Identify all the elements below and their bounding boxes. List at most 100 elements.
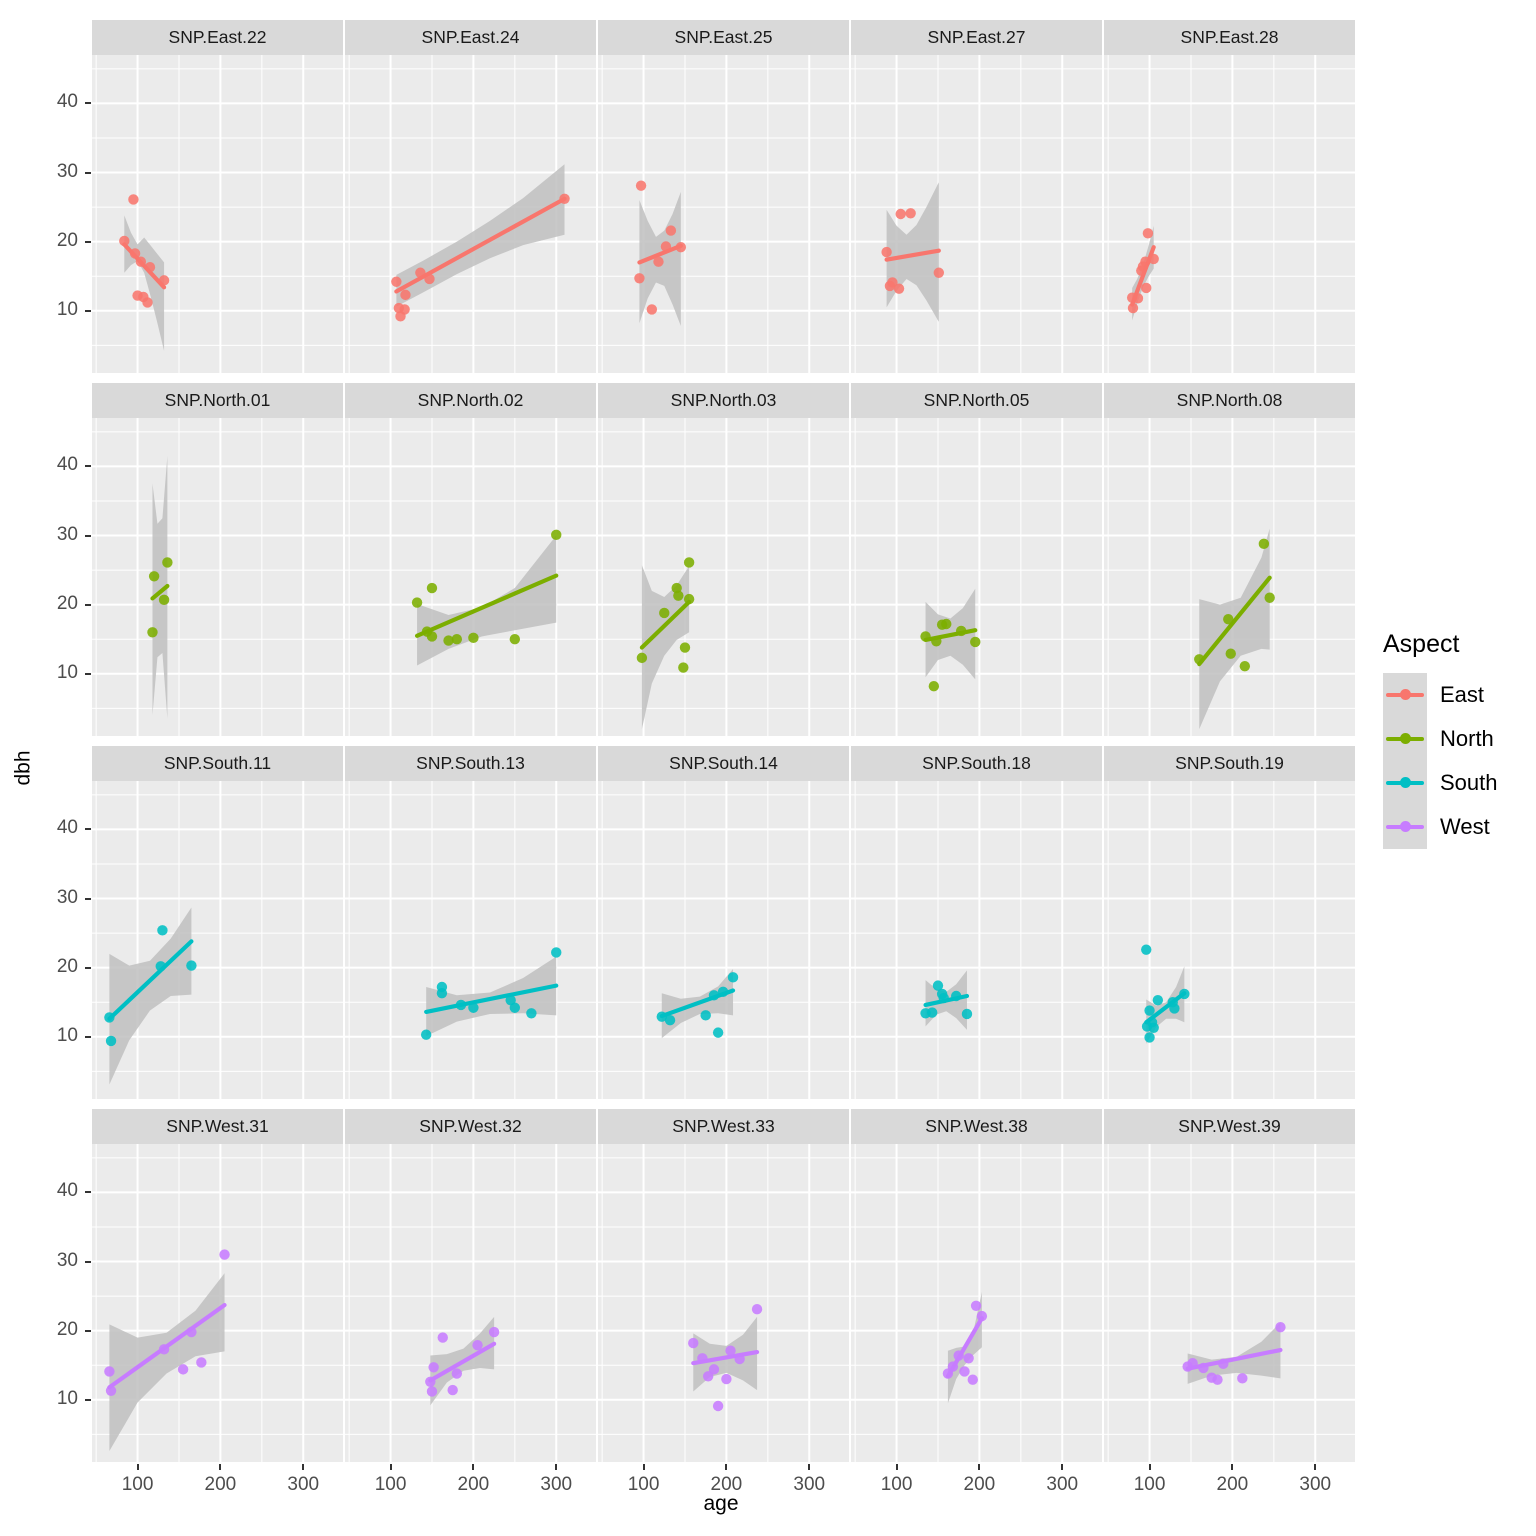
y-tick-mark: [85, 534, 91, 537]
y-tick-mark: [85, 102, 91, 105]
data-point: [708, 990, 720, 1001]
facet-panel: [1104, 1144, 1355, 1462]
data-point: [664, 1014, 676, 1026]
data-point: [468, 1002, 479, 1013]
data-point: [942, 1368, 954, 1379]
data-point: [1132, 293, 1144, 304]
facet-cell: SNP.North.03: [598, 383, 849, 736]
data-point: [1194, 654, 1205, 665]
facet-cell: SNP.North.08: [1104, 383, 1355, 736]
x-tick-mark: [978, 1464, 981, 1470]
data-point: [436, 988, 448, 999]
facet-strip-label: SNP.North.03: [598, 383, 849, 418]
data-point: [659, 607, 670, 619]
legend-item[interactable]: West: [1383, 805, 1498, 849]
legend-item[interactable]: East: [1383, 673, 1498, 717]
x-tick-label: 200: [457, 1474, 490, 1495]
data-point: [683, 593, 695, 605]
y-tick-mark: [85, 465, 91, 468]
y-tick-label: 30: [56, 886, 78, 908]
data-point: [1237, 1373, 1248, 1384]
data-point: [147, 627, 158, 638]
data-point: [1127, 302, 1139, 314]
data-point: [155, 961, 166, 972]
facet-panel: [598, 418, 849, 736]
data-point: [177, 1364, 189, 1375]
legend-item[interactable]: South: [1383, 761, 1498, 805]
x-tick-label: 100: [627, 1474, 660, 1495]
data-point: [428, 1362, 439, 1373]
legend-dot: [1400, 733, 1411, 744]
data-point: [893, 283, 905, 294]
data-point: [941, 618, 952, 630]
data-point: [104, 1366, 115, 1377]
data-point: [683, 557, 695, 568]
y-tick-mark: [85, 603, 91, 606]
x-tick-label: 200: [963, 1474, 996, 1495]
y-tick-label: 10: [56, 661, 78, 683]
x-tick-mark: [808, 1464, 811, 1470]
data-point: [961, 1008, 973, 1020]
x-tick-label: 300: [1299, 1474, 1332, 1495]
facet-strip-label: SNP.North.02: [345, 383, 596, 418]
data-point: [665, 225, 677, 236]
data-point: [196, 1357, 207, 1368]
y-tick-label: 10: [56, 1387, 78, 1409]
y-tick-label: 40: [56, 454, 78, 476]
facet-cell: SNP.West.31: [92, 1109, 343, 1462]
data-point: [1206, 1372, 1217, 1383]
x-tick-label: 300: [540, 1474, 573, 1495]
facet-cell: SNP.South.18: [851, 746, 1102, 1099]
y-tick-mark: [85, 240, 91, 243]
data-point: [1198, 1362, 1209, 1374]
x-tick-label: 200: [204, 1474, 237, 1495]
legend-swatch: [1383, 805, 1427, 849]
confidence-band: [109, 1273, 225, 1451]
data-point: [468, 632, 479, 644]
data-point: [426, 631, 438, 642]
facet-strip-label: SNP.South.14: [598, 746, 849, 781]
y-tick-mark: [85, 966, 91, 969]
x-tick-mark: [1148, 1464, 1151, 1470]
x-tick-mark: [555, 1464, 558, 1470]
data-point: [702, 1371, 714, 1382]
data-point: [938, 992, 949, 1004]
y-tick-mark: [85, 1035, 91, 1038]
facet-strip-label: SNP.North.05: [851, 383, 1102, 418]
facet-panel: [1104, 55, 1355, 373]
data-point: [400, 289, 411, 301]
data-point: [679, 642, 691, 653]
data-point: [678, 662, 689, 673]
data-point: [697, 1353, 708, 1364]
data-point: [186, 960, 197, 971]
y-tick-label: 30: [56, 1249, 78, 1271]
data-point: [673, 590, 684, 601]
x-tick-label: 200: [710, 1474, 743, 1495]
data-point: [1182, 1361, 1193, 1372]
legend-item[interactable]: North: [1383, 717, 1498, 761]
data-point: [425, 1376, 436, 1388]
data-point: [105, 1035, 117, 1047]
data-point: [970, 1300, 982, 1311]
data-point: [920, 631, 931, 642]
data-point: [455, 999, 467, 1011]
facet-strip-label: SNP.East.25: [598, 20, 849, 55]
facet-cell: SNP.East.28: [1104, 20, 1355, 373]
x-tick-label: 200: [1216, 1474, 1249, 1495]
data-point: [967, 1374, 978, 1385]
data-point: [128, 194, 139, 205]
data-point: [1223, 613, 1234, 625]
data-point: [1152, 994, 1164, 1006]
facet-cell: SNP.West.38: [851, 1109, 1102, 1462]
facet-cell: SNP.East.27: [851, 20, 1102, 373]
facet-panel: [851, 55, 1102, 373]
confidence-band: [417, 535, 557, 666]
x-tick-label: 100: [374, 1474, 407, 1495]
data-point: [1264, 592, 1275, 603]
x-axis-title: age: [703, 1492, 739, 1515]
data-point: [721, 1373, 732, 1385]
x-tick-label: 100: [880, 1474, 913, 1495]
data-point: [437, 1332, 448, 1343]
legend-swatch: [1383, 761, 1427, 805]
data-point: [1141, 944, 1152, 955]
